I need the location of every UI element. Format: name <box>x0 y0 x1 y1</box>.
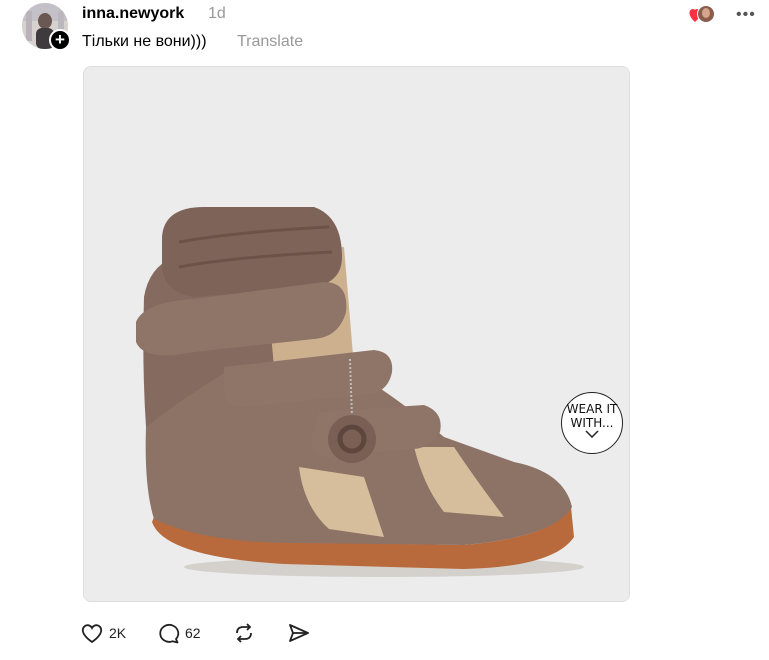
heart-icon <box>81 624 103 644</box>
more-icon[interactable]: ••• <box>736 6 756 24</box>
repost-button[interactable] <box>232 620 256 646</box>
wear-it-with-badge[interactable]: WEAR IT WITH... <box>561 392 623 454</box>
like-count: 2K <box>109 625 127 641</box>
send-icon <box>289 624 309 642</box>
username[interactable]: inna.newyork <box>82 5 184 23</box>
like-button[interactable]: 2K <box>80 620 126 646</box>
chevron-down-icon <box>585 430 599 438</box>
follow-plus-icon[interactable]: + <box>49 29 71 51</box>
reply-button[interactable]: 62 <box>158 620 201 646</box>
repost-icon <box>236 623 252 643</box>
post-image[interactable]: WEAR IT WITH... <box>83 66 630 602</box>
sneaker-image <box>84 67 629 601</box>
badge-line-2: WITH... <box>570 416 614 430</box>
liked-by-avatars[interactable] <box>688 3 718 25</box>
reply-count: 62 <box>185 625 201 641</box>
translate-link[interactable]: Translate <box>237 33 303 51</box>
post-time: 1d <box>208 5 226 22</box>
comment-icon <box>159 624 180 644</box>
share-button[interactable] <box>287 620 311 646</box>
badge-line-1: WEAR IT <box>566 402 618 416</box>
post-caption: Тільки не вони))) <box>82 33 207 50</box>
